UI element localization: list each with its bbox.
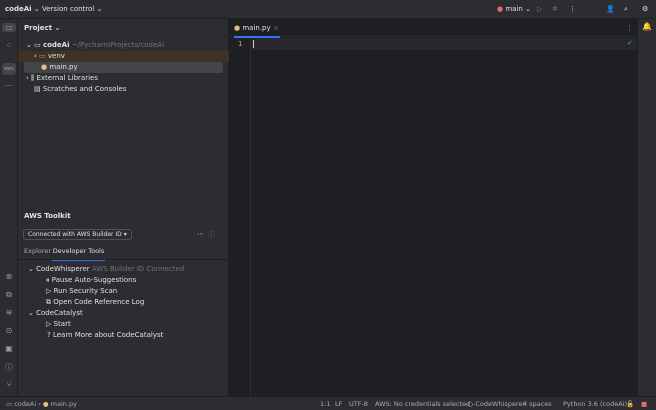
more-tools-icon[interactable]: ⋯ [2,81,16,90]
services-icon[interactable]: ⧉ [2,290,16,300]
python-interpreter[interactable]: Python 3.6 (codeAi) [563,400,627,408]
project-name: codeAi [5,5,32,13]
tab-main-py[interactable]: ● main.py × [234,24,280,38]
tree-label: Run Security Scan [53,287,118,295]
tree-item-codewhisperer[interactable]: ⌄ CodeWhisperer AWS Builder ID Connected [18,264,229,275]
breadcrumb-project[interactable]: codeAi [14,400,36,408]
add-user-icon[interactable]: 👤 [606,5,615,13]
run-console-icon[interactable]: ⊙ [2,326,16,335]
line-separator[interactable]: LF [335,400,342,408]
gutter: 1 [229,38,251,396]
inspection-ok-icon[interactable]: ✓ [627,39,633,47]
tree-item-venv[interactable]: › ▭ venv [18,51,229,62]
codewhisperer-label: CodeWhisperer [475,400,526,408]
error-indicator-icon[interactable]: ■ [641,400,647,408]
branch-menu[interactable]: ● main ⌄ [497,5,531,13]
project-panel-title[interactable]: Project ⌄ [24,24,60,32]
tree-label: codeAi [42,41,70,49]
file-encoding[interactable]: UTF-8 [349,400,368,408]
aws-credentials-status[interactable]: AWS: No credentials selected [375,400,470,408]
folder-icon[interactable]: ▭ [2,23,16,32]
tree-item-pause[interactable]: ⏸ Pause Auto-Suggestions [18,275,229,286]
tab-explorer[interactable]: Explorer [24,247,51,255]
tree-label: External Libraries [36,74,98,82]
tree-item-reference-log[interactable]: ⧉ Open Code Reference Log [18,297,229,308]
settings-icon[interactable]: ⚙ [642,5,648,13]
tree-path: ~/PycharmProjects/codeAi [71,41,165,49]
tree-item-scratches[interactable]: ▤ Scratches and Consoles [18,84,229,95]
connection-dropdown[interactable]: Connected with AWS Builder ID ▾ [23,229,132,240]
branch-label: main [505,5,523,13]
tree-label: CodeWhisperer [36,265,90,273]
tree-item-codeai[interactable]: ⌄ ▭ codeAi ~/PycharmProjects/codeAi [18,40,229,51]
editor[interactable]: ● main.py × ⋮ 1 ✓ [229,19,637,396]
title-bar: codeAi ⌄ Version control ⌄ ● main ⌄ ▷ ✲ … [0,0,656,19]
cursor [253,40,254,48]
tree-label: Scratches and Consoles [42,85,127,93]
debug-icon[interactable]: ✲ [552,5,558,13]
terminal-icon[interactable]: ▣ [2,344,16,353]
tree-item-learn-more[interactable]: ? Learn More about CodeCatalyst [18,330,229,341]
breadcrumb[interactable]: ▭ codeAi › ● main.py [6,400,77,408]
tree-item-security-scan[interactable]: ▷ Run Security Scan [18,286,229,297]
tree-item-external-libraries[interactable]: › ⫼ External Libraries [18,73,229,84]
search-icon[interactable]: ⌕ [624,5,628,14]
tree-label: Learn More about CodeCatalyst [52,331,164,339]
problems-icon[interactable]: ⓘ [2,362,16,373]
vcs-menu[interactable]: Version control ⌄ [42,5,102,13]
python-packages-icon[interactable]: ⊛ [2,272,16,281]
more-icon[interactable]: ⋮ [569,5,576,13]
breadcrumb-file[interactable]: main.py [51,400,77,408]
vcs-label: Version control [42,5,95,13]
indent-setting[interactable]: 4 spaces [523,400,552,408]
tree-label: Open Code Reference Log [53,298,145,306]
notifications-icon[interactable]: 🔔 [640,22,654,31]
line-number: 1 [238,40,243,48]
layers-icon[interactable]: ≋ [2,308,16,317]
structure-icon[interactable]: ⁘ [2,41,16,50]
project-menu[interactable]: codeAi ⌄ [5,5,40,13]
right-tool-strip: 🔔 [637,19,656,396]
project-title: Project [24,24,53,32]
aws-toolkit-title: AWS Toolkit [24,212,71,220]
tree-item-start[interactable]: ▷ Start [18,319,229,330]
tab-menu-icon[interactable]: ⋮ [626,24,633,32]
tree-label: CodeCatalyst [36,309,83,317]
status-bar: ▭ codeAi › ● main.py 1:1 LF UTF-8 AWS: N… [0,396,656,410]
editor-tab-bar: ● main.py × ⋮ [229,19,637,38]
lock-icon[interactable]: 🔓 [626,400,634,408]
connection-status: AWS Builder ID Connected [91,265,185,273]
python-icon: ● [497,5,504,13]
help-icon[interactable]: ⓘ [208,230,215,240]
tree-label: main.py [49,63,78,71]
aws-icon[interactable]: aws [2,63,16,75]
divider [18,259,228,260]
tree-label: Pause Auto-Suggestions [51,276,137,284]
current-line [252,38,637,50]
connection-label: Connected with AWS Builder ID [28,231,122,238]
more-options-icon[interactable]: ⋯ [197,230,204,238]
project-panel: Project ⌄ ⌄ ▭ codeAi ~/PycharmProjects/c… [18,19,229,396]
git-icon[interactable]: ⑂ [2,380,16,389]
tree-item-main-py[interactable]: ● main.py [24,62,223,73]
tree-item-codecatalyst[interactable]: ⌄ CodeCatalyst [18,308,229,319]
close-tab-icon[interactable]: × [273,24,279,32]
tab-label: main.py [242,24,271,32]
codewhisperer-status[interactable]: -○-CodeWhisperer [465,400,525,408]
cursor-position[interactable]: 1:1 [320,400,330,408]
python-file-icon: ● [234,24,241,32]
left-tool-strip: ▭ ⁘ aws ⋯ ⊛ ⧉ ≋ ⊙ ▣ ⓘ ⑂ [0,19,18,396]
tree-label: venv [47,52,65,60]
tree-label: Start [53,320,71,328]
run-icon[interactable]: ▷ [537,5,542,13]
